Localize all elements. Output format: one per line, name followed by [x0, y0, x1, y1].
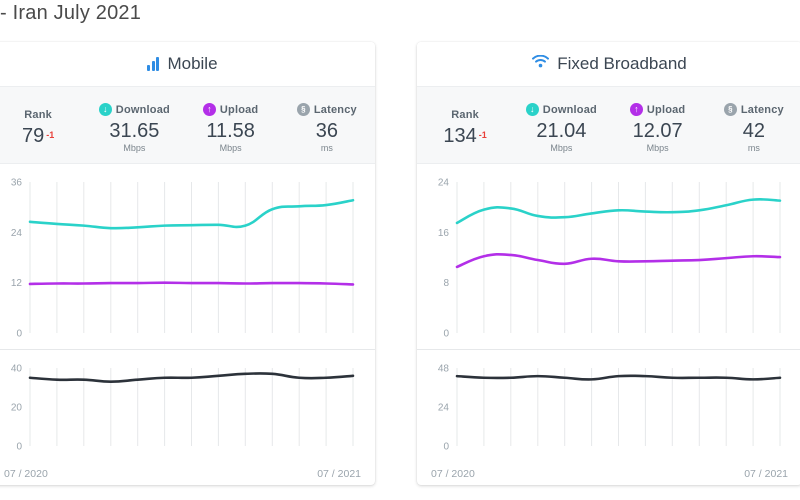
card-mobile-header: Mobile: [0, 42, 375, 87]
date-start: 07 / 2020: [431, 468, 475, 480]
stat-latency-unit: ms: [320, 142, 333, 153]
stat-latency-unit: ms: [747, 142, 760, 153]
svg-text:12: 12: [11, 278, 23, 289]
stat-download-unit: Mbps: [123, 142, 146, 153]
stat-upload-unit: Mbps: [646, 142, 669, 153]
date-start: 07 / 2020: [4, 468, 48, 480]
chart-mobile-speeds: 0 12 24 36: [0, 164, 375, 350]
card-fixed-title: Fixed Broadband: [557, 54, 687, 73]
chart-fixed-dates: 07 / 2020 07 / 2021: [417, 468, 800, 480]
svg-text:24: 24: [438, 178, 450, 189]
chart-mobile-latency: 0 20 40 07 / 2020 07 / 2021: [0, 350, 375, 485]
latency-icon: §: [723, 103, 737, 116]
card-fixed-header: Fixed Broadband: [417, 42, 800, 87]
card-mobile-stats: Rank 79 -1 ↓ Download 31.65 Mbps ↑ Uploa…: [0, 87, 375, 164]
stat-download-label: Download: [542, 103, 597, 116]
page-title-text: Iran July 2021: [12, 2, 142, 24]
stat-rank-value: 134: [443, 125, 477, 147]
chart-fixed-latency-svg: 0 24 48: [438, 364, 782, 453]
chart-mobile-latency-svg: 0 20 40: [11, 364, 355, 453]
card-mobile-title: Mobile: [167, 54, 218, 73]
svg-text:48: 48: [438, 364, 450, 375]
stat-rank-label: Rank: [24, 109, 52, 121]
svg-text:16: 16: [438, 228, 450, 239]
svg-text:0: 0: [16, 329, 22, 340]
svg-text:24: 24: [11, 228, 23, 239]
stat-latency-label: Latency: [740, 103, 784, 116]
upload-icon: ↑: [202, 103, 216, 116]
download-icon: ↓: [525, 103, 539, 116]
stat-upload-value: 11.58: [206, 119, 255, 142]
download-icon: ↓: [98, 103, 112, 116]
latency-icon: §: [296, 103, 310, 116]
chart-fixed-speeds: 0 8 16 24: [417, 164, 800, 350]
chart-fixed-speeds-svg: 0 8 16 24: [438, 178, 782, 340]
chart-mobile-dates: 07 / 2020 07 / 2021: [0, 468, 375, 480]
stat-latency: § Latency 42 ms: [706, 87, 800, 163]
stat-upload-unit: Mbps: [219, 142, 242, 153]
stat-upload-value: 12.07: [632, 119, 683, 142]
upload-icon: ↑: [629, 103, 643, 116]
cards-container: Mobile Rank 79 -1 ↓ Download 31.65 Mbps …: [0, 42, 800, 492]
wifi-icon: [532, 54, 550, 73]
page-title-prefix: -: [0, 2, 7, 24]
svg-text:20: 20: [11, 403, 23, 414]
chart-mobile-speeds-svg: 0 12 24 36: [11, 178, 355, 340]
stat-rank-delta: -1: [478, 130, 487, 140]
stat-rank: Rank 79 -1: [0, 87, 86, 163]
stat-upload-label: Upload: [646, 103, 686, 116]
date-end: 07 / 2021: [317, 468, 361, 480]
svg-text:0: 0: [443, 442, 449, 453]
card-fixed-broadband: Fixed Broadband Rank 134 -1 ↓ Download 2…: [417, 42, 800, 485]
svg-text:0: 0: [16, 442, 22, 453]
svg-text:36: 36: [11, 178, 23, 189]
stat-download-value: 31.65: [109, 119, 160, 142]
page-title: - Iran July 2021: [0, 2, 141, 25]
stat-download: ↓ Download 21.04 Mbps: [513, 87, 609, 163]
chart-fixed-latency: 0 24 48 07 / 2020 07 / 2021: [417, 350, 800, 485]
stat-upload-label: Upload: [219, 103, 259, 116]
stat-download: ↓ Download 31.65 Mbps: [86, 87, 182, 163]
stat-upload: ↑ Upload 11.58 Mbps: [183, 87, 279, 163]
stat-rank-label: Rank: [451, 109, 479, 121]
date-end: 07 / 2021: [744, 468, 788, 480]
svg-text:8: 8: [443, 278, 449, 289]
stat-upload: ↑ Upload 12.07 Mbps: [610, 87, 706, 163]
card-mobile: Mobile Rank 79 -1 ↓ Download 31.65 Mbps …: [0, 42, 375, 485]
stat-latency: § Latency 36 ms: [279, 87, 375, 163]
stat-latency-value: 36: [315, 119, 338, 142]
stat-rank-delta: -1: [46, 130, 55, 140]
stat-latency-value: 42: [742, 119, 765, 142]
svg-text:40: 40: [11, 364, 23, 375]
svg-text:0: 0: [443, 329, 449, 340]
stat-rank-value: 79: [21, 125, 45, 147]
stat-download-label: Download: [115, 103, 170, 116]
stat-latency-label: Latency: [313, 103, 357, 116]
card-fixed-stats: Rank 134 -1 ↓ Download 21.04 Mbps ↑ Uplo…: [417, 87, 800, 164]
bar-chart-icon: [147, 57, 160, 71]
svg-text:24: 24: [438, 403, 450, 414]
stat-download-value: 21.04: [536, 119, 587, 142]
stat-rank: Rank 134 -1: [417, 87, 513, 163]
stat-download-unit: Mbps: [550, 142, 573, 153]
